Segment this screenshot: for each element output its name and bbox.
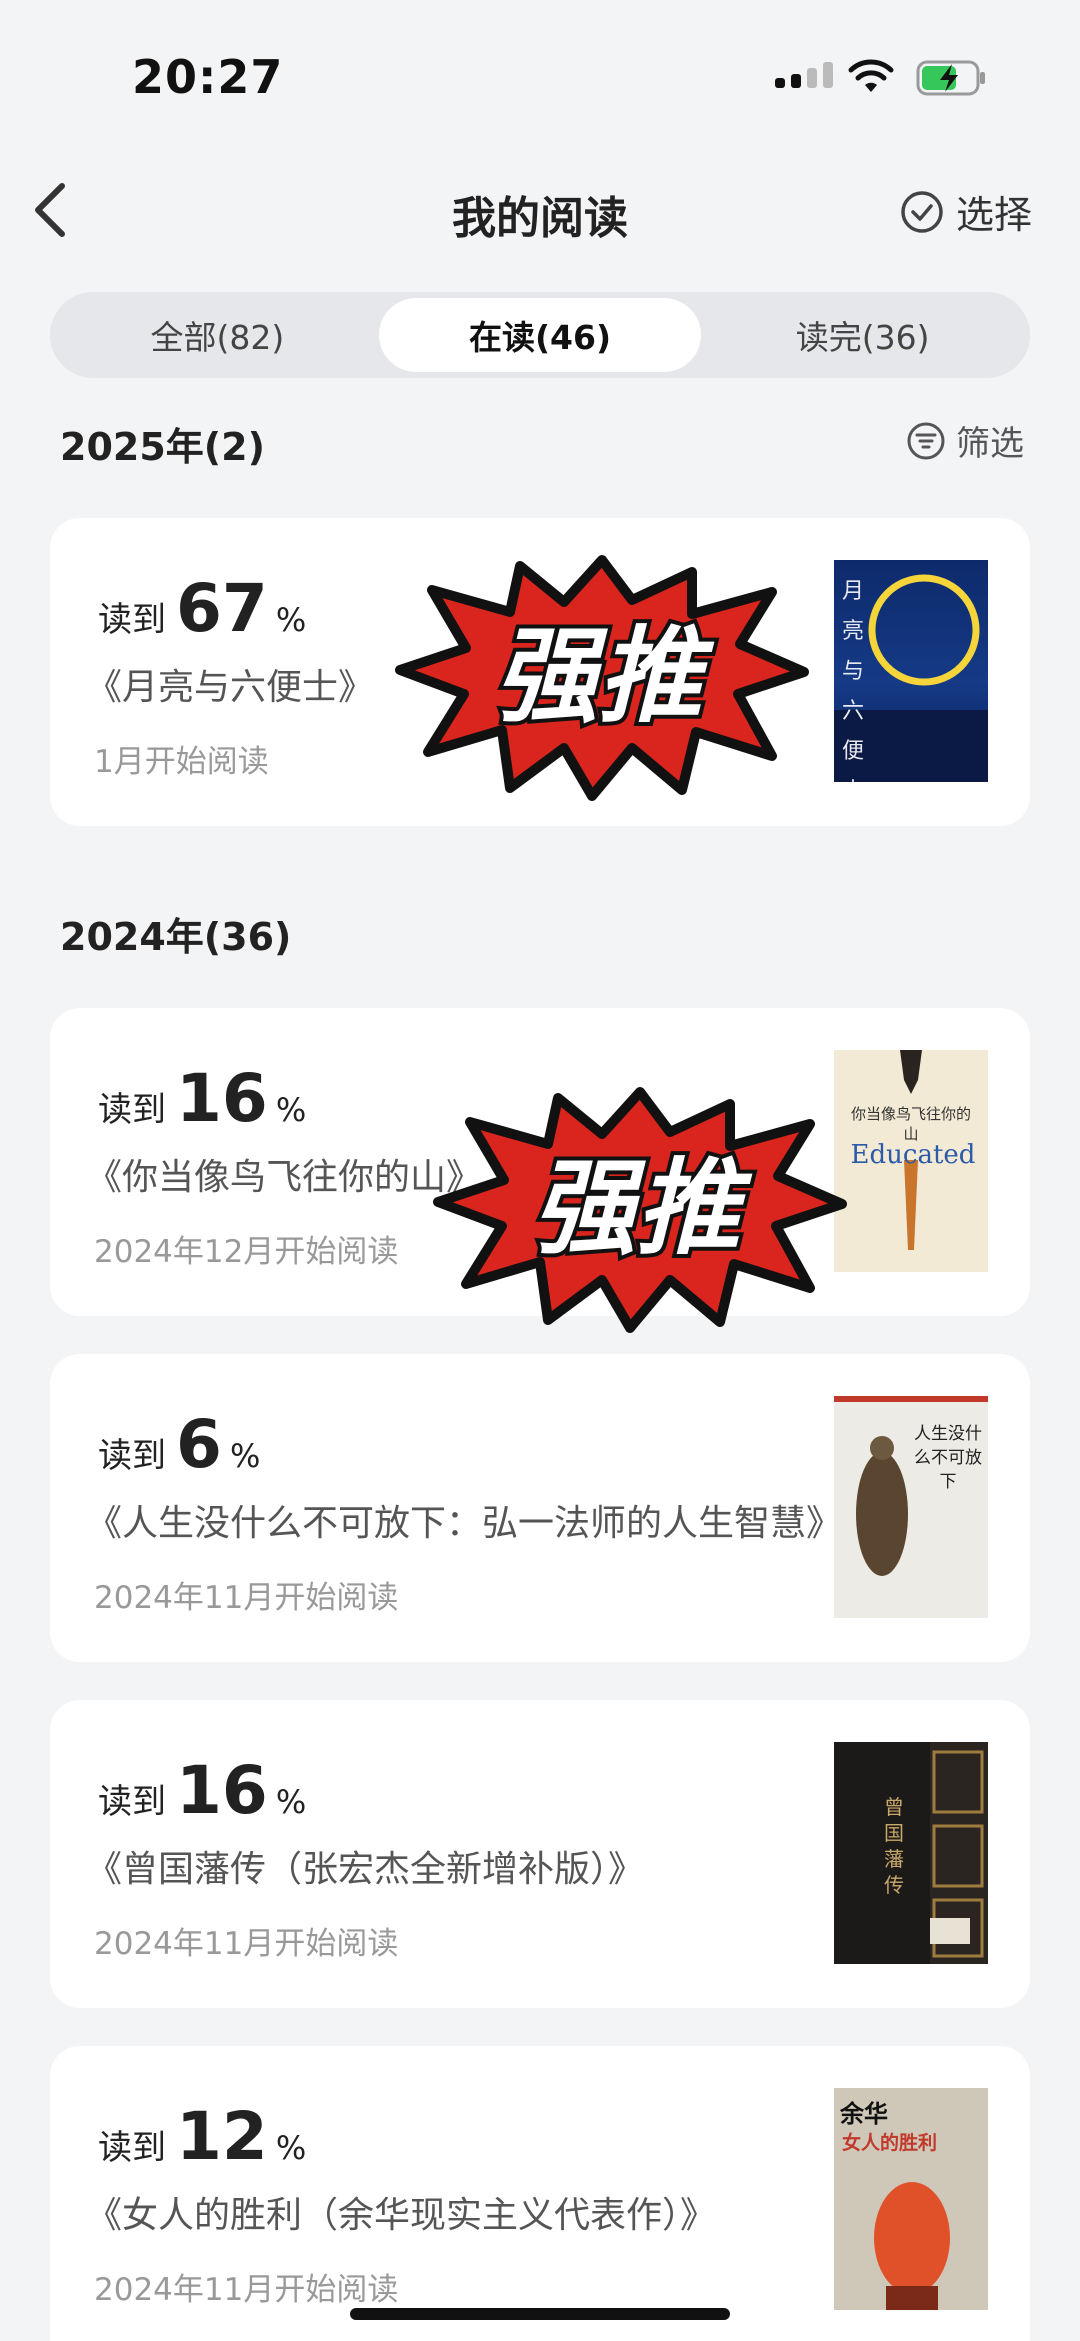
progress-unit: %: [275, 1091, 307, 1129]
book-card[interactable]: 读到 12 % 《女人的胜利（余华现实主义代表作）》 2024年11月开始阅读 …: [50, 2046, 1030, 2341]
reading-progress: 读到 6 %: [98, 1412, 260, 1478]
reading-progress: 读到 67 %: [98, 576, 306, 642]
progress-percent: 16: [176, 1060, 268, 1137]
recommend-sticker: 强推: [433, 1087, 847, 1333]
section-header-2024: 2024年(36): [60, 915, 292, 959]
progress-unit: %: [275, 601, 307, 639]
cover-title: 人生没什么不可放下: [914, 1424, 982, 1492]
reading-progress: 读到 16 %: [98, 1066, 306, 1132]
sticker-text: 强推: [532, 1151, 753, 1267]
progress-percent: 12: [176, 2098, 268, 2175]
cover-subtitle: Educated: [850, 1140, 976, 1170]
filter-label: 筛选: [956, 424, 1024, 464]
start-date: 2024年11月开始阅读: [94, 2272, 399, 2308]
progress-unit: %: [229, 1437, 261, 1475]
book-title: 《曾国藩传（张宏杰全新增补版）》: [86, 1849, 645, 1890]
nav-bar: 我的阅读 选择: [0, 160, 1080, 260]
book-title: 《月亮与六便士》: [86, 667, 375, 708]
check-circle-icon: [901, 190, 943, 233]
book-card[interactable]: 读到 16 % 《曾国藩传（张宏杰全新增补版）》 2024年11月开始阅读 曾国…: [50, 1700, 1030, 2008]
wifi-icon: [848, 59, 894, 92]
progress-prefix: 读到: [98, 1090, 166, 1130]
book-cover: 人生没什么不可放下: [834, 1396, 988, 1618]
cover-title: 女人的胜利: [842, 2132, 938, 2154]
reading-progress: 读到 16 %: [98, 1758, 306, 1824]
sticker-text: 强推: [494, 619, 715, 735]
book-title: 《人生没什么不可放下：弘一法师的人生智慧》: [86, 1503, 843, 1544]
book-cover: 曾国藩传: [834, 1742, 988, 1964]
reading-tabs: 全部(82) 在读(46) 读完(36): [50, 292, 1030, 378]
book-cover: 月亮与六便士: [834, 560, 988, 782]
section-header-2025: 2025年(2): [60, 425, 265, 469]
tab-finished[interactable]: 读完(36): [701, 298, 1024, 372]
book-cover: 你当像鸟飞往你的山 Educated: [834, 1050, 988, 1272]
progress-percent: 67: [176, 570, 268, 647]
calligraphy-pattern-icon: [930, 1742, 988, 1964]
progress-percent: 16: [176, 1752, 268, 1829]
progress-prefix: 读到: [98, 1436, 166, 1476]
cellular-signal-icon: [775, 62, 833, 88]
start-date: 2024年11月开始阅读: [94, 1926, 399, 1962]
tab-all[interactable]: 全部(82): [56, 298, 379, 372]
progress-prefix: 读到: [98, 2128, 166, 2168]
cover-author: 余华: [840, 2099, 888, 2128]
progress-prefix: 读到: [98, 1782, 166, 1822]
book-title: 《女人的胜利（余华现实主义代表作）》: [86, 2195, 717, 2236]
status-time: 20:27: [132, 50, 284, 104]
start-date: 2024年12月开始阅读: [94, 1234, 399, 1270]
book-title: 《你当像鸟飞往你的山》: [86, 1157, 483, 1198]
book-cover: 余华 女人的胜利: [834, 2088, 988, 2310]
tab-reading[interactable]: 在读(46): [378, 298, 702, 372]
start-date: 1月开始阅读: [94, 744, 269, 780]
progress-prefix: 读到: [98, 600, 166, 640]
cover-title: 月亮与六便士: [842, 579, 865, 782]
status-bar: 20:27: [0, 0, 1080, 140]
select-button[interactable]: 选择: [900, 184, 1032, 239]
book-card[interactable]: 读到 6 % 《人生没什么不可放下：弘一法师的人生智慧》 2024年11月开始阅…: [50, 1354, 1030, 1662]
reading-page: 20:27 我的阅读 选择 全部(82) 在读(46) 读完(36) 2025年…: [0, 0, 1080, 2341]
progress-percent: 6: [176, 1406, 222, 1483]
progress-unit: %: [275, 2129, 307, 2167]
filter-button[interactable]: 筛选: [906, 416, 1024, 465]
filter-icon: [907, 422, 945, 459]
select-label: 选择: [955, 193, 1032, 237]
recommend-sticker: 强推: [395, 555, 809, 801]
cover-title: 曾国藩传: [884, 1795, 904, 1897]
home-indicator: [350, 2308, 730, 2320]
battery-charging-icon: [916, 60, 985, 96]
reading-progress: 读到 12 %: [98, 2104, 306, 2170]
progress-unit: %: [275, 1783, 307, 1821]
start-date: 2024年11月开始阅读: [94, 1580, 399, 1616]
cover-title: 你当像鸟飞往你的山: [850, 1105, 971, 1143]
